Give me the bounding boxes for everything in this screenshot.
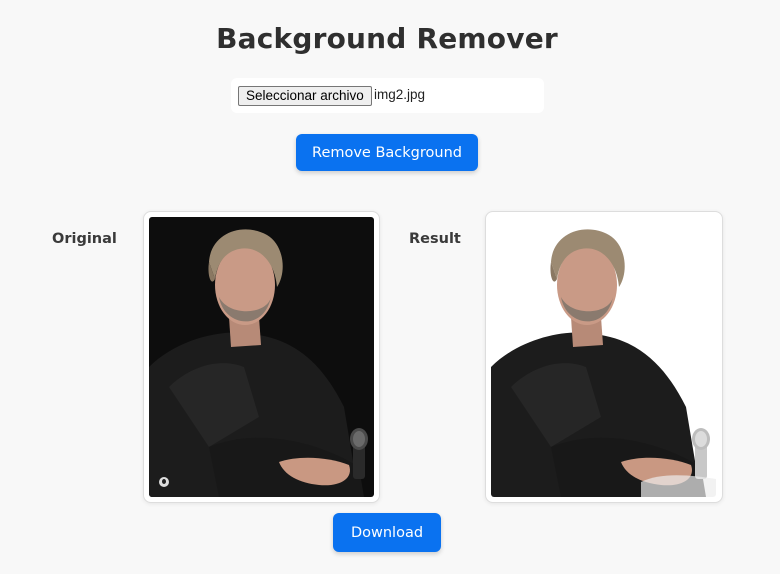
download-button[interactable]: Download	[333, 513, 441, 552]
result-image	[491, 217, 716, 497]
original-label: Original	[52, 231, 117, 247]
choose-file-button[interactable]: Seleccionar archivo	[238, 86, 372, 106]
result-image-card	[485, 211, 723, 503]
original-image	[149, 217, 374, 497]
remove-background-button[interactable]: Remove Background	[296, 134, 478, 171]
result-photo-graphic	[491, 217, 716, 497]
selected-file-name: img2.jpg	[374, 87, 426, 102]
info-icon	[159, 477, 169, 487]
original-photo-graphic	[149, 217, 374, 497]
page-title: Background Remover	[216, 22, 558, 55]
result-label: Result	[409, 231, 461, 247]
original-image-card	[143, 211, 380, 503]
file-input[interactable]: Seleccionar archivo img2.jpg	[231, 78, 544, 113]
